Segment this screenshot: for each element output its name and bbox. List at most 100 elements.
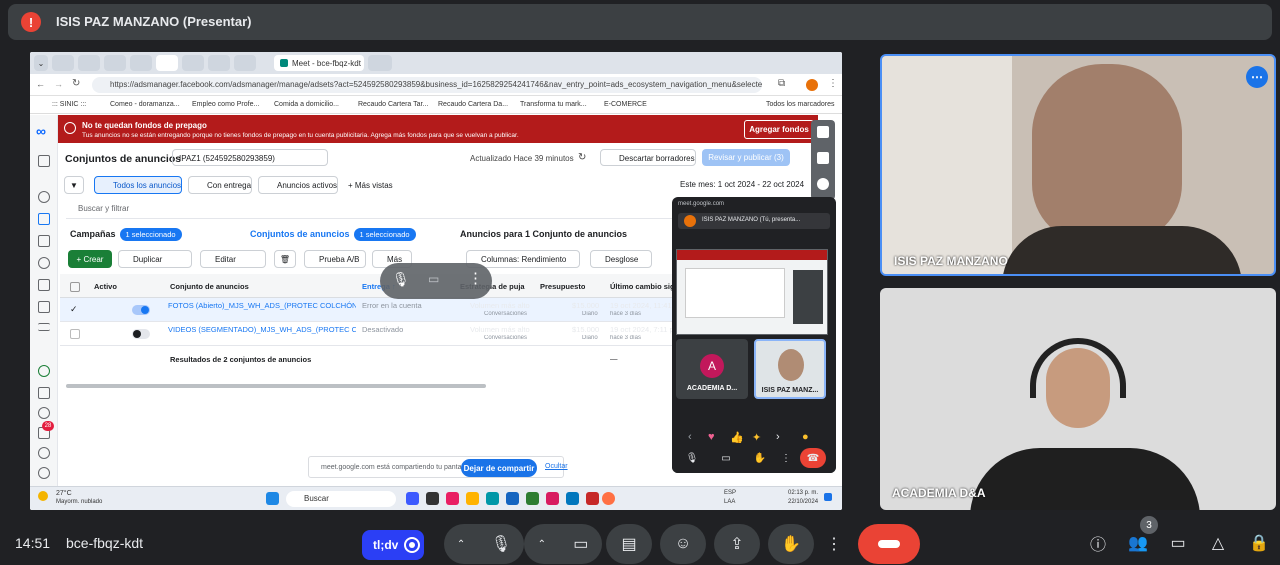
- col-budget[interactable]: Presupuesto: [540, 282, 585, 291]
- url-field[interactable]: https://adsmanager.facebook.com/adsmanag…: [92, 77, 762, 93]
- chat-icon[interactable]: ▭: [1167, 532, 1189, 554]
- browser-tab[interactable]: [52, 55, 74, 71]
- tab-menu-icon[interactable]: ⌄: [34, 55, 48, 71]
- account-icon[interactable]: [38, 191, 50, 203]
- camera-off-icon[interactable]: ▭: [428, 272, 439, 286]
- browser-tab[interactable]: [78, 55, 100, 71]
- bookmark-item[interactable]: Transforma tu mark...: [520, 101, 587, 108]
- discard-drafts-button[interactable]: Descartar borradores: [600, 149, 696, 166]
- lang-indicator[interactable]: ESP: [724, 490, 736, 496]
- taskbar-time[interactable]: 02:13 p. m.: [788, 490, 818, 496]
- selected-pill[interactable]: 1 seleccionado: [353, 227, 416, 241]
- delete-icon[interactable]: 🗑: [274, 250, 296, 268]
- edit-button[interactable]: Editar: [200, 250, 266, 268]
- taskbar-app-icon[interactable]: [466, 492, 479, 505]
- tab-campaigns[interactable]: Campañas 1 seleccionado: [70, 224, 182, 244]
- help-icon[interactable]: [38, 365, 50, 377]
- megaphone-icon[interactable]: [38, 301, 50, 313]
- bookmark-item[interactable]: Recaudo Cartera Tar...: [358, 101, 428, 108]
- selected-pill[interactable]: 1 seleccionado: [119, 227, 182, 241]
- browser-tab[interactable]: [208, 55, 230, 71]
- col-adset[interactable]: Conjunto de anuncios: [170, 282, 249, 291]
- table-icon[interactable]: [38, 213, 50, 225]
- table-row[interactable]: ✓ FOTOS (Abierto)_MJS_WH_ADS_(PROTEC COL…: [60, 298, 710, 322]
- col-active[interactable]: Activo: [94, 282, 117, 291]
- heart-emoji-icon[interactable]: ♥: [708, 431, 715, 443]
- camera-icon[interactable]: ▭: [573, 534, 588, 554]
- forward-icon[interactable]: →: [54, 79, 63, 89]
- report-icon[interactable]: [38, 387, 50, 399]
- chrome-icon[interactable]: [602, 492, 615, 505]
- camera-icon[interactable]: ▭: [716, 448, 736, 468]
- adset-name-link[interactable]: VIDEOS (SEGMENTADO)_MJS_WH_ADS_(PROTEC C…: [168, 325, 356, 334]
- search-icon[interactable]: [38, 447, 50, 459]
- timer-tool-icon[interactable]: [817, 178, 829, 190]
- browser-tab[interactable]: [368, 55, 392, 71]
- extensions-icon[interactable]: ⧉: [778, 78, 785, 89]
- browser-tab[interactable]: [156, 55, 178, 71]
- more-views-button[interactable]: + Más vistas: [342, 176, 404, 194]
- bookmark-item[interactable]: Recaudo Cartera Da...: [438, 101, 508, 108]
- leave-call-icon[interactable]: ☎: [800, 448, 826, 468]
- more-options-icon[interactable]: ⋮: [468, 269, 483, 287]
- breakdown-button[interactable]: Desglose: [590, 250, 652, 268]
- bookmark-item[interactable]: Comeo - doramanza...: [110, 101, 180, 108]
- notifications-icon[interactable]: [824, 493, 832, 501]
- participant-tile-academia[interactable]: ACADEMIA D&A: [880, 288, 1276, 510]
- start-icon[interactable]: [266, 492, 279, 505]
- weather-temp[interactable]: 27°C: [56, 490, 72, 497]
- activities-icon[interactable]: △: [1207, 532, 1229, 554]
- emoji-icon[interactable]: ☺: [660, 524, 706, 564]
- info-icon[interactable]: ⓘ: [1087, 532, 1109, 554]
- filter-all-ads[interactable]: Todos los anuncios: [94, 176, 182, 194]
- browser-tab[interactable]: [182, 55, 204, 71]
- menu-icon[interactable]: [38, 323, 50, 331]
- filter-delivery[interactable]: Con entrega: [188, 176, 252, 194]
- tab-adsets[interactable]: Conjuntos de anuncios 1 seleccionado: [250, 224, 416, 244]
- weather-desc[interactable]: Mayorm. nublado: [56, 499, 102, 505]
- tile-more-options-icon[interactable]: ⋯: [1246, 66, 1268, 88]
- table-row[interactable]: VIDEOS (SEGMENTADO)_MJS_WH_ADS_(PROTEC C…: [60, 322, 710, 346]
- browser-menu-icon[interactable]: ⋮: [828, 78, 838, 89]
- present-icon[interactable]: ⇪: [714, 524, 760, 564]
- taskbar-app-icon[interactable]: [446, 492, 459, 505]
- bookmark-item-all[interactable]: Todos los marcadores: [766, 101, 834, 108]
- more-options-icon[interactable]: ⋮: [820, 524, 848, 564]
- mic-muted-icon[interactable]: 🎙: [392, 271, 410, 288]
- browser-tab[interactable]: [234, 55, 256, 71]
- review-publish-button[interactable]: Revisar y publicar (3): [702, 149, 790, 166]
- chevron-right-icon[interactable]: ›: [776, 431, 780, 443]
- select-all-checkbox[interactable]: [70, 282, 80, 292]
- emoji-picker-icon[interactable]: ●: [802, 431, 809, 443]
- ab-test-button[interactable]: Prueba A/B: [304, 250, 366, 268]
- captions-icon[interactable]: ▤: [606, 524, 652, 564]
- taskbar-app-icon[interactable]: [526, 492, 539, 505]
- chart-icon[interactable]: [38, 155, 50, 167]
- reload-icon[interactable]: ↻: [72, 78, 80, 89]
- chart-tool-icon[interactable]: [817, 126, 829, 138]
- duplicate-button[interactable]: Duplicar: [118, 250, 192, 268]
- audience-icon[interactable]: [38, 257, 50, 269]
- stop-sharing-button[interactable]: Dejar de compartir: [461, 459, 537, 477]
- catalog-icon[interactable]: [38, 279, 50, 291]
- raise-hand-icon[interactable]: ✋: [750, 448, 770, 468]
- bookmark-item[interactable]: Empleo como Profe...: [192, 101, 259, 108]
- taskbar-app-icon[interactable]: [486, 492, 499, 505]
- tldv-extension-button[interactable]: tl;dv: [362, 530, 424, 560]
- browser-tab[interactable]: [104, 55, 126, 71]
- taskbar-app-icon[interactable]: [586, 492, 599, 505]
- add-funds-button[interactable]: Agregar fondos: [744, 120, 814, 139]
- taskbar-date[interactable]: 22/10/2024: [788, 499, 818, 505]
- taskbar-app-icon[interactable]: [426, 492, 439, 505]
- bookmark-item[interactable]: E-COMERCE: [604, 101, 647, 108]
- browser-tab[interactable]: [130, 55, 152, 71]
- row-checkbox[interactable]: [70, 329, 80, 339]
- adset-name-link[interactable]: FOTOS (Abierto)_MJS_WH_ADS_(PROTEC COLCH…: [168, 301, 356, 310]
- filter-active-ads[interactable]: Anuncios activos: [258, 176, 338, 194]
- leave-call-button[interactable]: [858, 524, 920, 564]
- browser-tab-meet[interactable]: Meet - bce-fbqz-kdt: [274, 55, 364, 71]
- active-toggle[interactable]: [132, 305, 150, 315]
- settings-icon[interactable]: [38, 407, 50, 419]
- date-range-picker[interactable]: Este mes: 1 oct 2024 - 22 oct 2024: [664, 176, 814, 194]
- horizontal-scrollbar[interactable]: [66, 384, 486, 388]
